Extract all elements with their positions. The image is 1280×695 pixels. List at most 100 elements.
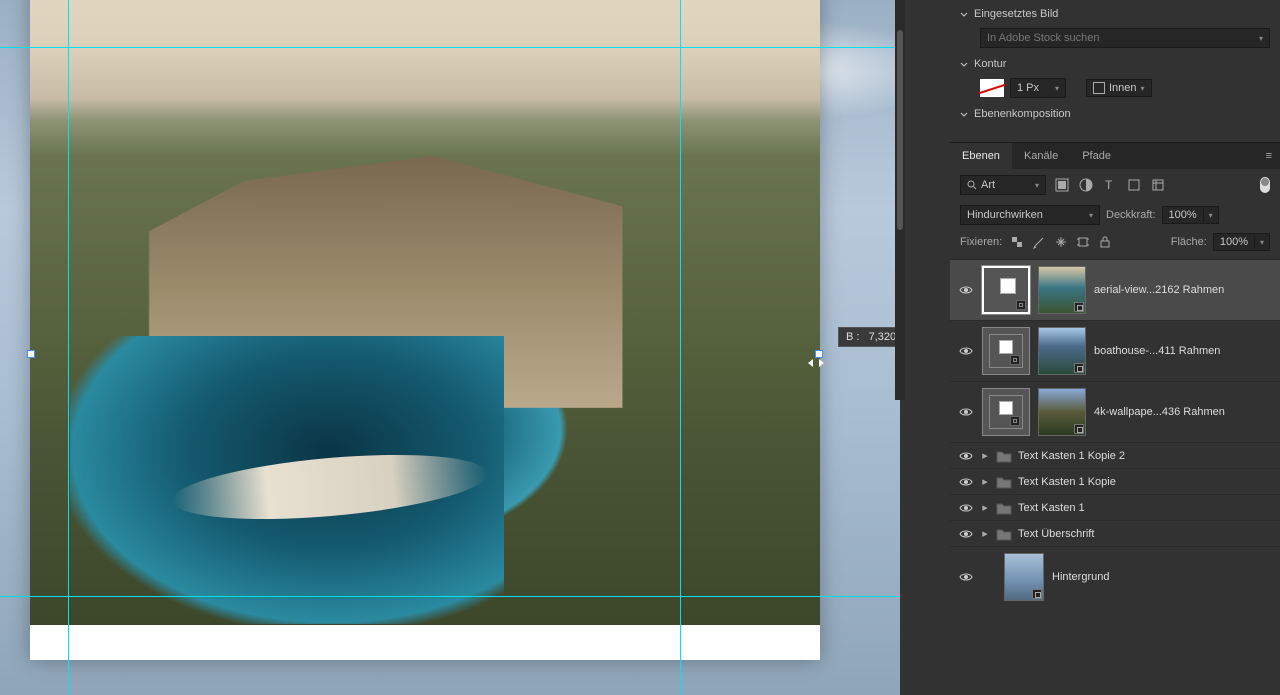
- folder-icon: [996, 501, 1012, 515]
- panel-menu-icon[interactable]: ≡: [1258, 150, 1280, 162]
- visibility-toggle[interactable]: [958, 500, 974, 516]
- visibility-toggle[interactable]: [958, 404, 974, 420]
- document-area: [30, 625, 820, 660]
- filter-shape-icon[interactable]: [1126, 177, 1142, 193]
- lock-transparency-icon[interactable]: [1008, 233, 1026, 251]
- layer-name[interactable]: Text Kasten 1 Kopie: [1018, 476, 1272, 488]
- visibility-toggle[interactable]: [958, 474, 974, 490]
- blend-mode-value: Hindurchwirken: [967, 209, 1043, 221]
- visibility-toggle[interactable]: [958, 282, 974, 298]
- chevron-down-icon: ▾: [1035, 181, 1039, 190]
- layer-group-row[interactable]: ▸ Text Kasten 1 Kopie 2: [950, 442, 1280, 468]
- chevron-down-icon: [960, 10, 968, 18]
- lock-label: Fixieren:: [960, 236, 1002, 248]
- layer-group-row[interactable]: ▸ Text Überschrift: [950, 520, 1280, 546]
- layers-panel: Ebenen Kanäle Pfade ≡ Art ▾ T Hindurchwi…: [950, 142, 1280, 607]
- chevron-right-icon[interactable]: ▸: [980, 449, 990, 462]
- layer-name[interactable]: Hintergrund: [1052, 571, 1272, 583]
- guide-vertical[interactable]: [680, 0, 681, 695]
- section-title: Ebenenkomposition: [974, 108, 1071, 120]
- filter-type-icon[interactable]: T: [1102, 177, 1118, 193]
- tab-channels[interactable]: Kanäle: [1012, 143, 1070, 169]
- chevron-right-icon[interactable]: ▸: [980, 527, 990, 540]
- lock-all-icon[interactable]: [1096, 233, 1114, 251]
- section-title: Kontur: [974, 58, 1006, 70]
- chevron-down-icon: ▾: [1055, 84, 1059, 93]
- guide-horizontal[interactable]: [0, 596, 900, 597]
- chevron-down-icon: ▾: [1203, 209, 1218, 222]
- tab-layers[interactable]: Ebenen: [950, 143, 1012, 169]
- frame-thumbnail[interactable]: [982, 327, 1030, 375]
- layer-name[interactable]: Text Kasten 1 Kopie 2: [1018, 450, 1272, 462]
- layer-group-row[interactable]: ▸ Text Kasten 1 Kopie: [950, 468, 1280, 494]
- lock-position-icon[interactable]: [1052, 233, 1070, 251]
- lock-row: Fixieren: Fläche: 100% ▾: [950, 229, 1280, 255]
- vertical-scrollbar[interactable]: [895, 0, 905, 400]
- filter-kind-dropdown[interactable]: Art ▾: [960, 175, 1046, 195]
- frame-badge-icon: [1016, 300, 1026, 310]
- tooltip-label: B :: [846, 331, 859, 343]
- stock-search-dropdown[interactable]: In Adobe Stock suchen ▾: [980, 28, 1270, 48]
- transform-handle-left[interactable]: [27, 350, 35, 358]
- frame-thumbnail[interactable]: [982, 388, 1030, 436]
- layer-name[interactable]: 4k-wallpape...436 Rahmen: [1094, 406, 1272, 418]
- section-embedded-image[interactable]: Eingesetztes Bild: [960, 4, 1270, 24]
- visibility-toggle[interactable]: [958, 343, 974, 359]
- stroke-color-swatch[interactable]: [980, 79, 1004, 97]
- opacity-label: Deckkraft:: [1106, 209, 1156, 221]
- visibility-toggle[interactable]: [958, 569, 974, 585]
- layer-thumbnail[interactable]: [1004, 553, 1044, 601]
- filter-toggle[interactable]: [1260, 177, 1270, 193]
- panels-column: Eingesetztes Bild In Adobe Stock suchen …: [950, 0, 1280, 695]
- smart-object-badge-icon: [1074, 302, 1084, 312]
- opacity-input[interactable]: 100% ▾: [1162, 206, 1219, 224]
- svg-text:T: T: [1105, 178, 1113, 192]
- filter-pixel-icon[interactable]: [1054, 177, 1070, 193]
- stroke-align-dropdown[interactable]: Innen ▾: [1086, 79, 1152, 97]
- layer-row[interactable]: 4k-wallpape...436 Rahmen: [950, 381, 1280, 442]
- stroke-align-icon: [1093, 82, 1105, 94]
- layer-group-row[interactable]: ▸ Text Kasten 1: [950, 494, 1280, 520]
- panel-dock-spacer: [905, 0, 950, 695]
- section-layer-comp[interactable]: Ebenenkomposition: [960, 104, 1270, 124]
- lock-artboard-icon[interactable]: [1074, 233, 1092, 251]
- visibility-toggle[interactable]: [958, 448, 974, 464]
- frame-thumbnail[interactable]: [982, 266, 1030, 314]
- fill-input[interactable]: 100% ▾: [1213, 233, 1270, 251]
- filter-smartobject-icon[interactable]: [1150, 177, 1166, 193]
- canvas-area[interactable]: B : 7,320 Zoll: [0, 0, 900, 695]
- stroke-width-input[interactable]: 1 Px ▾: [1010, 78, 1066, 98]
- scrollbar-thumb[interactable]: [897, 30, 903, 230]
- visibility-toggle[interactable]: [958, 526, 974, 542]
- lock-pixels-icon[interactable]: [1030, 233, 1048, 251]
- layer-thumbnail[interactable]: [1038, 327, 1086, 375]
- layer-thumbnail[interactable]: [1038, 266, 1086, 314]
- folder-icon: [996, 475, 1012, 489]
- chevron-right-icon[interactable]: ▸: [980, 475, 990, 488]
- layer-name[interactable]: aerial-view...2162 Rahmen: [1094, 284, 1272, 296]
- placed-image[interactable]: [30, 0, 820, 660]
- document-frame[interactable]: [30, 0, 820, 660]
- tab-paths[interactable]: Pfade: [1070, 143, 1123, 169]
- layer-name[interactable]: Text Kasten 1: [1018, 502, 1272, 514]
- section-title: Eingesetztes Bild: [974, 8, 1058, 20]
- filter-adjustment-icon[interactable]: [1078, 177, 1094, 193]
- layer-row[interactable]: Hintergrund: [950, 546, 1280, 607]
- layer-row[interactable]: aerial-view...2162 Rahmen: [950, 259, 1280, 320]
- section-stroke[interactable]: Kontur: [960, 54, 1270, 74]
- layer-thumbnail[interactable]: [1038, 388, 1086, 436]
- chevron-down-icon: ▾: [1259, 34, 1263, 43]
- layer-name[interactable]: Text Überschrift: [1018, 528, 1272, 540]
- chevron-down-icon: [960, 110, 968, 118]
- guide-vertical[interactable]: [68, 0, 69, 695]
- layer-name[interactable]: boathouse-...411 Rahmen: [1094, 345, 1272, 357]
- layer-row[interactable]: boathouse-...411 Rahmen: [950, 320, 1280, 381]
- blend-mode-row: Hindurchwirken ▾ Deckkraft: 100% ▾: [950, 201, 1280, 229]
- blend-mode-dropdown[interactable]: Hindurchwirken ▾: [960, 205, 1100, 225]
- fill-value: 100%: [1214, 234, 1254, 250]
- resize-cursor-icon: [808, 356, 824, 366]
- properties-panel: Eingesetztes Bild In Adobe Stock suchen …: [950, 0, 1280, 128]
- chevron-right-icon[interactable]: ▸: [980, 501, 990, 514]
- measurement-tooltip: B : 7,320 Zoll: [838, 327, 900, 347]
- guide-horizontal[interactable]: [0, 47, 900, 48]
